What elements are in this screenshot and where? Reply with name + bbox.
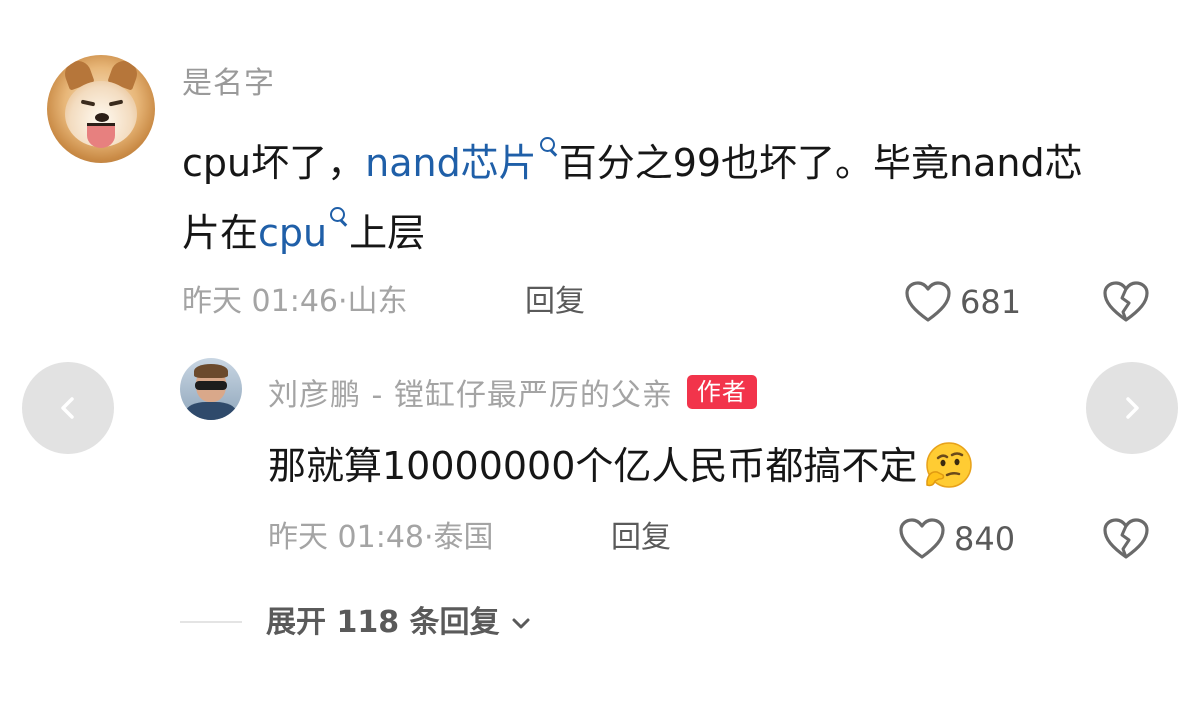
reply-button[interactable]: 回复 — [611, 518, 671, 558]
search-icon — [539, 136, 559, 160]
expand-replies-button[interactable]: 展开 118 条回复 — [266, 602, 534, 644]
prev-button[interactable] — [22, 362, 114, 454]
comment-text-part-1: cpu坏了， — [182, 141, 366, 185]
author-badge: 作者 — [686, 375, 757, 409]
reply-time: 昨天 01:48 — [268, 520, 424, 555]
reply-button[interactable]: 回复 — [525, 282, 585, 322]
comment-thread: 是名字 cpu坏了，nand芯片 百分之99也坏了。毕竟nand芯片在cpu 上层 … — [0, 0, 1200, 720]
reply-username-row: 刘彦鹏 - 镗缸仔最严厉的父亲 作者 — [268, 370, 757, 414]
reply-username[interactable]: 刘彦鹏 - 镗缸仔最严厉的父亲 — [268, 370, 673, 414]
like-count: 681 — [960, 283, 1022, 321]
heart-outline-icon — [899, 518, 945, 559]
comment-time: 昨天 01:46 — [182, 284, 338, 319]
avatar-hair — [194, 364, 228, 378]
chevron-right-icon — [1126, 397, 1139, 419]
reply-text: 那就算10000000个亿人民币都搞不定 — [268, 444, 918, 488]
search-icon — [329, 206, 349, 230]
dog-nose — [95, 113, 109, 122]
comment-text: cpu坏了，nand芯片 百分之99也坏了。毕竟nand芯片在cpu 上层 — [182, 128, 1112, 268]
thinking-emoji-icon — [926, 442, 973, 488]
like-button[interactable]: 840 — [898, 517, 1015, 561]
keyword-link-cpu[interactable]: cpu — [258, 211, 327, 255]
chevron-down-icon — [512, 618, 530, 629]
comment-username[interactable]: 是名字 — [182, 58, 275, 102]
reply-location: 泰国 — [433, 520, 494, 555]
expand-divider — [180, 621, 242, 623]
dog-mouth — [87, 123, 115, 148]
avatar[interactable] — [47, 55, 155, 163]
heart-outline-icon — [905, 281, 951, 322]
like-button[interactable]: 681 — [904, 280, 1021, 324]
avatar-body — [186, 402, 236, 420]
expand-replies-label: 展开 118 条回复 — [266, 605, 500, 640]
comment-location: 山东 — [347, 284, 408, 319]
broken-heart-icon — [1103, 281, 1149, 322]
comment-text-part-3: 上层 — [349, 211, 426, 255]
sunglasses — [195, 381, 227, 390]
next-button[interactable] — [1086, 362, 1178, 454]
keyword-link-nand[interactable]: nand芯片 — [365, 141, 537, 185]
dislike-button[interactable] — [1102, 517, 1150, 565]
reply-avatar[interactable] — [180, 358, 242, 420]
dislike-button[interactable] — [1102, 280, 1150, 328]
chevron-left-icon — [61, 397, 74, 419]
like-count: 840 — [954, 520, 1016, 558]
reply-text-row: 那就算10000000个亿人民币都搞不定 — [268, 438, 975, 494]
broken-heart-icon — [1103, 518, 1149, 559]
meta-separator: · — [424, 520, 434, 555]
meta-separator: · — [338, 284, 348, 319]
